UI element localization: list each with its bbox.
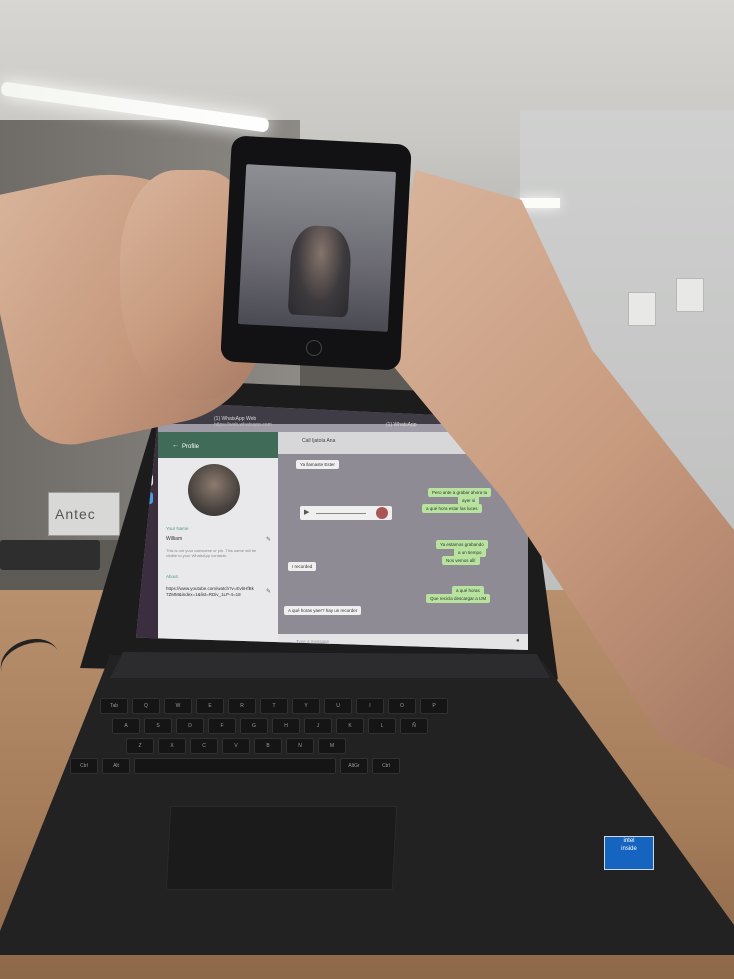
play-icon[interactable]: ▶	[304, 508, 309, 516]
intel-sticker: intel inside	[604, 836, 654, 870]
key[interactable]: Ctrl	[70, 758, 98, 774]
key[interactable]: Tab	[100, 698, 128, 714]
url-bar[interactable]: https://web.whatsapp.com	[214, 422, 272, 428]
wall-switch	[676, 278, 704, 312]
about-label: About	[166, 574, 178, 579]
profile-avatar[interactable]	[188, 464, 240, 516]
key[interactable]: Q	[132, 698, 160, 714]
ceiling-light-far	[520, 198, 560, 208]
pencil-icon[interactable]: ✎	[266, 588, 271, 595]
key[interactable]: N	[286, 738, 314, 754]
message-outgoing: Que recicla descargar a IJM	[426, 594, 491, 603]
pencil-icon[interactable]: ✎	[266, 536, 271, 543]
key[interactable]: L	[368, 718, 396, 734]
key[interactable]: B	[254, 738, 282, 754]
background-keyboard	[0, 540, 100, 570]
key-row: Z X C V B N M	[126, 738, 346, 754]
key[interactable]: F	[208, 718, 236, 734]
key-row: Ctrl Alt AltGr Ctrl	[70, 758, 400, 774]
message-outgoing: a qué hora estar las luces	[422, 504, 482, 513]
key[interactable]: Ñ	[400, 718, 428, 734]
key-row: A S D F G H J K L Ñ	[112, 718, 428, 734]
key[interactable]: S	[144, 718, 172, 734]
key[interactable]: A	[112, 718, 140, 734]
key[interactable]: G	[240, 718, 268, 734]
key[interactable]: D	[176, 718, 204, 734]
key[interactable]: C	[190, 738, 218, 754]
voice-progress[interactable]	[316, 513, 366, 514]
sticker-subtext: inside	[621, 846, 637, 852]
laptop-keyboard: Tab Q W E R T Y U I O P A S D F G H J K …	[40, 690, 600, 810]
profile-title: Profile	[182, 444, 200, 450]
touchpad[interactable]	[165, 806, 398, 890]
microphone-icon[interactable]: ●	[516, 638, 520, 644]
wall-switch	[628, 292, 656, 326]
key[interactable]: P	[420, 698, 448, 714]
key[interactable]: K	[336, 718, 364, 734]
pc-brand-label: Antec	[55, 506, 96, 522]
sender-avatar	[376, 507, 388, 519]
message-incoming: Ya llamaste Ester	[296, 460, 339, 469]
key[interactable]: M	[318, 738, 346, 754]
name-hint: This is not your username or pin. This n…	[166, 548, 257, 558]
back-arrow-icon[interactable]: ←	[172, 442, 179, 449]
key[interactable]: V	[222, 738, 250, 754]
browser-tab[interactable]: (1) WhatsApp	[386, 422, 417, 428]
message-incoming: I recorded	[288, 562, 317, 571]
phone-home-button[interactable]	[306, 340, 322, 356]
key[interactable]: J	[304, 718, 332, 734]
key[interactable]: U	[324, 698, 352, 714]
message-incoming: A qué horas yaer? hay un recorder	[284, 606, 362, 615]
key[interactable]: Alt	[102, 758, 130, 774]
key[interactable]: Z	[126, 738, 154, 754]
key[interactable]: X	[158, 738, 186, 754]
key[interactable]: W	[164, 698, 192, 714]
key[interactable]: T	[260, 698, 288, 714]
key[interactable]: H	[272, 718, 300, 734]
key[interactable]: R	[228, 698, 256, 714]
name-label: Your Name	[166, 526, 189, 531]
key[interactable]: E	[196, 698, 224, 714]
key[interactable]: Y	[292, 698, 320, 714]
key[interactable]: AltGr	[340, 758, 368, 774]
sticker-brand: intel	[623, 838, 635, 844]
message-outgoing: Nos vemos allí	[442, 556, 480, 565]
key[interactable]: O	[388, 698, 416, 714]
laptop-hinge	[110, 652, 550, 678]
about-value: https://www.youtube.com/watch?v=EvbHfBk7…	[166, 586, 254, 597]
key[interactable]: Ctrl	[372, 758, 400, 774]
chat-contact-name[interactable]: Call Ijatola Ana	[302, 438, 335, 444]
key[interactable]: I	[356, 698, 384, 714]
key-row: Tab Q W E R T Y U I O P	[100, 698, 448, 714]
phone-camera-preview	[287, 224, 353, 318]
name-value: William	[166, 536, 183, 542]
spacebar[interactable]	[134, 758, 336, 774]
